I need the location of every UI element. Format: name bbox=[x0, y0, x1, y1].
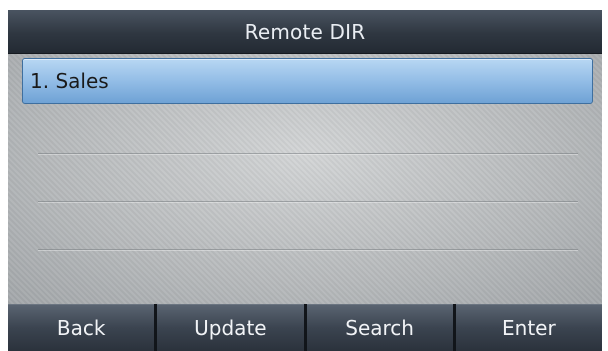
directory-list: 1. Sales bbox=[8, 54, 602, 306]
enter-button[interactable]: Enter bbox=[455, 304, 602, 351]
title-bar: Remote DIR bbox=[8, 10, 602, 54]
search-button[interactable]: Search bbox=[306, 304, 453, 351]
row-divider bbox=[38, 249, 578, 250]
phone-screen: Remote DIR 1. Sales Back Update Search E… bbox=[8, 10, 602, 351]
list-item-label: 1. Sales bbox=[30, 69, 109, 93]
row-divider bbox=[38, 153, 578, 154]
softkey-bar: Back Update Search Enter bbox=[8, 304, 602, 351]
update-button[interactable]: Update bbox=[157, 304, 304, 351]
back-button[interactable]: Back bbox=[8, 304, 155, 351]
row-divider bbox=[38, 201, 578, 202]
list-item-sales[interactable]: 1. Sales bbox=[22, 58, 593, 104]
page-title: Remote DIR bbox=[244, 19, 366, 44]
